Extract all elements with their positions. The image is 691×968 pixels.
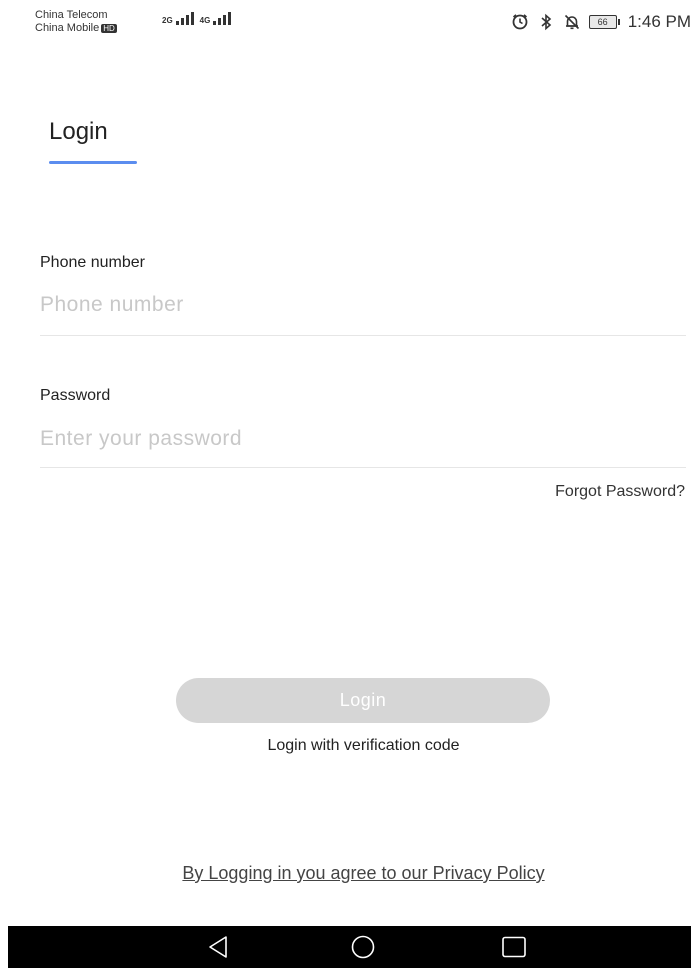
carrier-2-row: China Mobile HD: [35, 22, 117, 35]
password-divider: [40, 467, 686, 468]
recents-button[interactable]: [484, 926, 544, 968]
home-icon: [351, 935, 375, 959]
phone-divider: [40, 335, 686, 336]
recents-icon: [502, 936, 526, 958]
phone-input[interactable]: [40, 290, 686, 320]
bluetooth-icon: [541, 13, 551, 31]
phone-label: Phone number: [40, 254, 145, 271]
privacy-policy-link[interactable]: By Logging in you agree to our Privacy P…: [0, 863, 691, 884]
back-button[interactable]: [188, 926, 248, 968]
password-label: Password: [40, 387, 111, 404]
navigation-bar: [8, 926, 691, 968]
login-button[interactable]: Login: [176, 678, 550, 723]
forgot-password-link[interactable]: Forgot Password?: [555, 483, 685, 501]
alarm-icon: [512, 14, 528, 30]
carrier-1: China Telecom: [35, 9, 108, 21]
password-input[interactable]: [40, 424, 686, 454]
network-type-2: 4G: [199, 16, 211, 25]
page-title: Login: [49, 118, 108, 145]
network-type-1: 2G: [162, 16, 173, 25]
clock: 1:46 PM: [627, 12, 691, 31]
signal-indicators: 2G 4G: [162, 12, 232, 25]
status-right: 66 1:46 PM: [511, 12, 691, 32]
carrier-info: China Telecom China Mobile HD: [35, 9, 117, 35]
status-bar: China Telecom China Mobile HD 2G 4G 66 1…: [0, 0, 691, 44]
signal-icon: 4G: [200, 12, 232, 25]
silent-icon: [564, 14, 579, 30]
carrier-2: China Mobile: [35, 22, 100, 34]
back-icon: [209, 936, 227, 958]
battery-icon: 66: [588, 15, 620, 29]
battery-level: 66: [588, 15, 617, 29]
verification-login-link[interactable]: Login with verification code: [0, 737, 691, 755]
hd-badge: HD: [101, 23, 117, 33]
signal-icon: 2G: [162, 12, 194, 25]
home-button[interactable]: [333, 926, 393, 968]
title-underline: [49, 161, 137, 164]
